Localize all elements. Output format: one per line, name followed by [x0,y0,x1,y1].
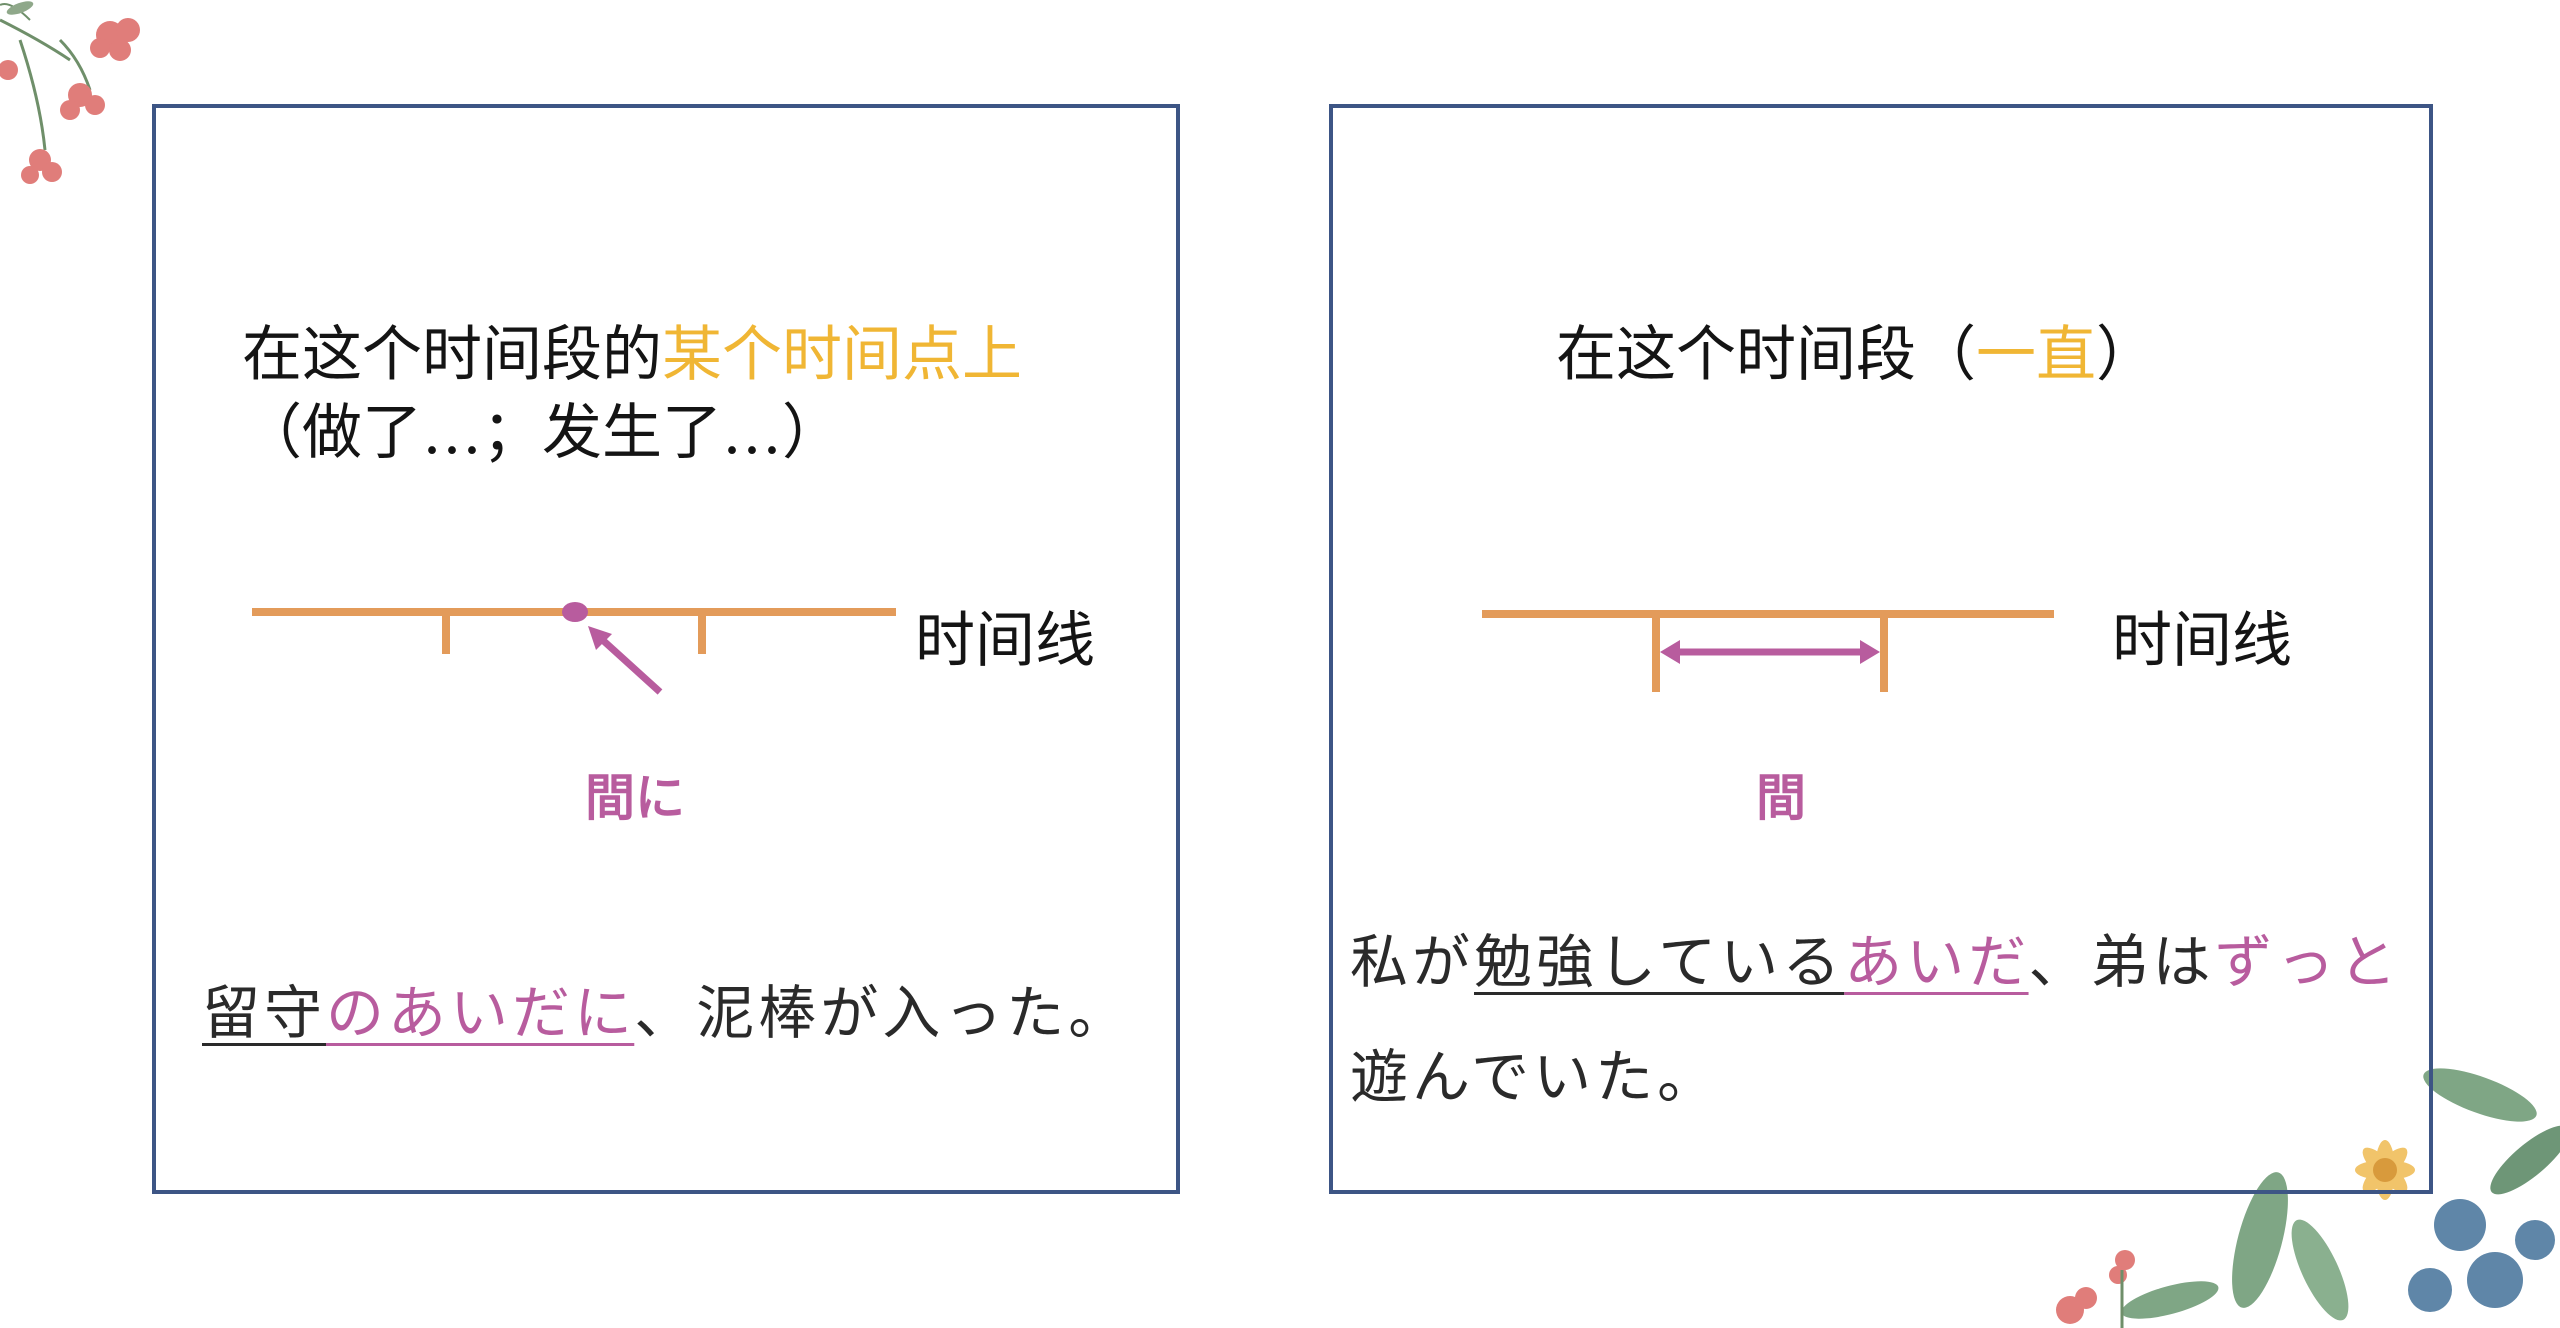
sentence-rest: 、泥棒が入った。 [634,979,1131,1047]
sentence-underlined-noun: 留守 [202,979,327,1047]
right-timeline [1482,610,2054,692]
right-heading-suffix: ） [2096,320,2156,390]
left-heading-line2: （做了…；发生了…） [242,398,842,468]
sentence-underlined-verb: 勉強している [1474,928,1845,996]
sentence-grammar-point: あいだ [1844,928,2029,996]
sentence-middle: 、弟は [2028,928,2215,996]
right-example-sentence-line2: 遊んでいた。 [1350,1043,1720,1111]
pointer-arrow [593,631,663,695]
right-timeline-label: 时间线 [2112,606,2292,676]
left-timeline-label: 时间线 [915,606,1095,676]
left-heading-prefix: 在这个时间段的 [242,320,662,390]
right-heading: 在这个时间段（一直） [1556,317,2156,393]
time-point-marker [562,602,588,622]
sentence-grammar-point: のあいだに [326,979,635,1047]
sentence-subject: 私が [1350,928,1475,996]
right-heading-prefix: 在这个时间段（ [1556,320,1976,390]
right-marker-label: 間 [1756,768,1806,827]
right-example-sentence-line1: 私が勉強しているあいだ、弟はずっと [1350,915,2401,999]
left-example-sentence: 留守のあいだに、泥棒が入った。 [202,966,1130,1050]
left-timeline [252,602,896,695]
right-heading-highlight: 一直 [1976,320,2096,390]
left-marker-label: 間に [585,768,685,827]
flower-decoration-top-left [0,1,140,184]
left-heading-highlight: 某个时间点上 [662,320,1022,390]
sentence-adverb: ずっと [2214,928,2401,996]
left-heading-line1: 在这个时间段的某个时间点上 [242,317,1022,393]
